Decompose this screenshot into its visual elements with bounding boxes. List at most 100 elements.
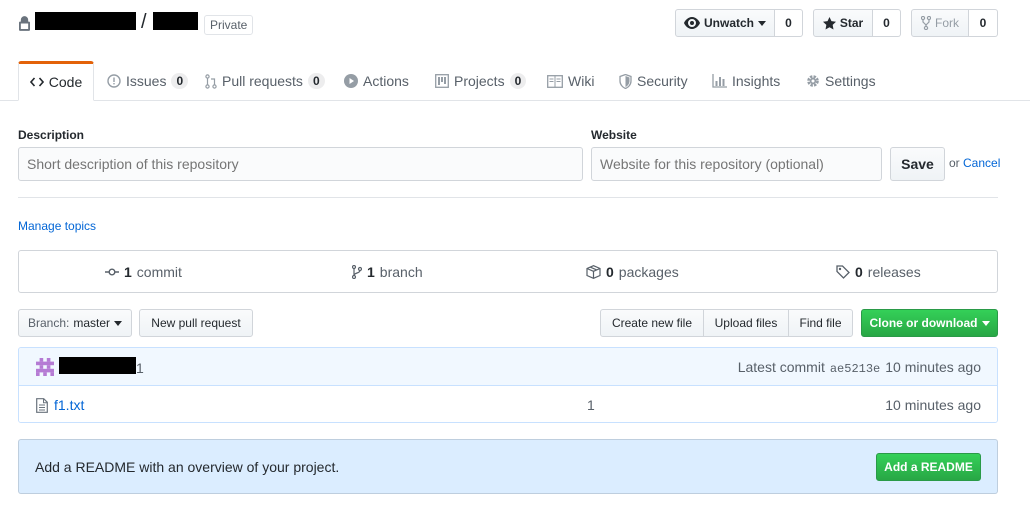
commit-time: 10 minutes ago — [885, 359, 981, 375]
website-label: Website — [591, 128, 637, 142]
find-file-label: Find file — [799, 316, 842, 330]
unwatch-label: Unwatch — [703, 16, 754, 30]
watchers-count[interactable]: 0 — [775, 9, 803, 37]
shield-icon — [619, 73, 632, 89]
latest-commit-info: Latest commit ae5213e 10 minutes ago — [738, 359, 981, 376]
branches-count: 1 — [367, 264, 375, 280]
packages-label: packages — [618, 264, 679, 280]
latest-commit-label: Latest commit — [737, 359, 825, 375]
lock-icon — [19, 16, 30, 31]
clone-or-download-button[interactable]: Clone or download — [861, 309, 998, 337]
tab-pull-requests-label: Pull requests — [222, 73, 303, 89]
manage-topics-link[interactable]: Manage topics — [18, 219, 96, 233]
new-pr-label: New pull request — [151, 316, 241, 330]
clone-label: Clone or download — [869, 316, 978, 330]
play-icon — [344, 74, 358, 88]
upload-files-button[interactable]: Upload files — [703, 309, 789, 337]
new-pull-request-button[interactable]: New pull request — [139, 309, 253, 337]
tab-code-label: Code — [48, 74, 83, 90]
tab-security-label: Security — [637, 73, 688, 89]
package-icon — [586, 265, 601, 279]
tab-actions[interactable]: Actions — [344, 61, 409, 101]
star-button[interactable]: Star — [813, 9, 873, 37]
table-row[interactable]: f1.txt 1 10 minutes ago — [19, 386, 997, 422]
branches-label: branch — [379, 264, 423, 280]
tab-wiki-label: Wiki — [568, 73, 595, 89]
avatar[interactable] — [36, 358, 54, 376]
cancel-link[interactable]: Cancel — [963, 156, 1000, 170]
graph-icon — [712, 74, 727, 88]
form-divider — [18, 197, 998, 198]
commits-count: 1 — [124, 264, 132, 280]
forks-count[interactable]: 0 — [969, 9, 998, 37]
file-icon — [36, 398, 48, 413]
releases-stat[interactable]: 0 releases — [836, 264, 921, 280]
save-label: Save — [901, 156, 934, 172]
star-label: Star — [839, 16, 864, 30]
save-button[interactable]: Save — [890, 147, 945, 181]
commits-stat[interactable]: 1 commit — [105, 264, 182, 280]
fork-button[interactable]: Fork — [911, 9, 969, 37]
readme-prompt-box: Add a README with an overview of your pr… — [18, 439, 998, 494]
projects-counter: 0 — [509, 73, 527, 89]
add-readme-label: Add a README — [884, 460, 973, 474]
commit-tease: 1 Latest commit ae5213e 10 minutes ago — [19, 348, 997, 386]
star-icon — [822, 16, 836, 30]
tab-settings-label: Settings — [825, 73, 876, 89]
tab-issues-label: Issues — [126, 73, 167, 89]
caret-down-icon — [114, 320, 123, 326]
add-readme-button[interactable]: Add a README — [876, 453, 981, 481]
commits-label: commit — [136, 264, 182, 280]
file-commit-message[interactable]: 1 — [587, 397, 595, 413]
pull-request-icon — [205, 73, 217, 89]
repo-owner-redacted[interactable] — [35, 12, 136, 30]
tab-insights-label: Insights — [732, 73, 781, 89]
description-input[interactable] — [18, 147, 583, 181]
repo-name-redacted[interactable] — [153, 12, 198, 30]
create-file-label: Create new file — [611, 316, 693, 330]
or-text: or — [949, 156, 960, 170]
branch-icon — [352, 265, 362, 279]
branch-name: master — [73, 316, 111, 330]
caret-down-icon — [758, 20, 766, 26]
tab-actions-label: Actions — [363, 73, 409, 89]
packages-stat[interactable]: 0 packages — [586, 264, 679, 280]
stars-count[interactable]: 0 — [873, 9, 901, 37]
commit-message[interactable]: 1 — [136, 360, 144, 376]
tab-security[interactable]: Security — [619, 61, 688, 101]
commit-sha[interactable]: ae5213e — [830, 362, 880, 376]
tab-pull-requests[interactable]: Pull requests 0 — [205, 61, 325, 101]
branch-select-button[interactable]: Branch: master — [18, 309, 132, 337]
private-badge: Private — [204, 15, 254, 35]
packages-count: 0 — [606, 264, 614, 280]
create-new-file-button[interactable]: Create new file — [600, 309, 704, 337]
upload-files-label: Upload files — [714, 316, 778, 330]
commit-author-redacted[interactable] — [59, 357, 136, 374]
file-age: 10 minutes ago — [885, 397, 981, 413]
issues-counter: 0 — [171, 73, 189, 89]
project-icon — [435, 74, 449, 88]
branch-prefix: Branch: — [27, 316, 70, 330]
code-icon — [29, 77, 44, 87]
file-name-link[interactable]: f1.txt — [54, 397, 84, 413]
repo-stats-bar: 1 commit 1 branch 0 packages 0 releases — [18, 250, 998, 293]
tab-wiki[interactable]: Wiki — [547, 61, 594, 101]
unwatch-button[interactable]: Unwatch — [675, 9, 775, 37]
tag-icon — [836, 265, 850, 279]
tab-issues[interactable]: Issues 0 — [107, 61, 189, 101]
commit-icon — [105, 268, 119, 276]
find-file-button[interactable]: Find file — [788, 309, 853, 337]
eye-icon — [683, 17, 700, 29]
book-icon — [547, 74, 563, 88]
branches-stat[interactable]: 1 branch — [352, 264, 423, 280]
tab-settings[interactable]: Settings — [806, 61, 876, 101]
issue-icon — [107, 74, 121, 88]
readme-prompt-text: Add a README with an overview of your pr… — [35, 459, 340, 475]
tab-projects[interactable]: Projects 0 — [435, 61, 527, 101]
gear-icon — [806, 74, 820, 88]
caret-down-icon — [981, 320, 990, 326]
tab-insights[interactable]: Insights — [712, 61, 780, 101]
website-input[interactable] — [591, 147, 882, 181]
description-label: Description — [18, 128, 85, 142]
tab-code[interactable]: Code — [18, 61, 94, 101]
